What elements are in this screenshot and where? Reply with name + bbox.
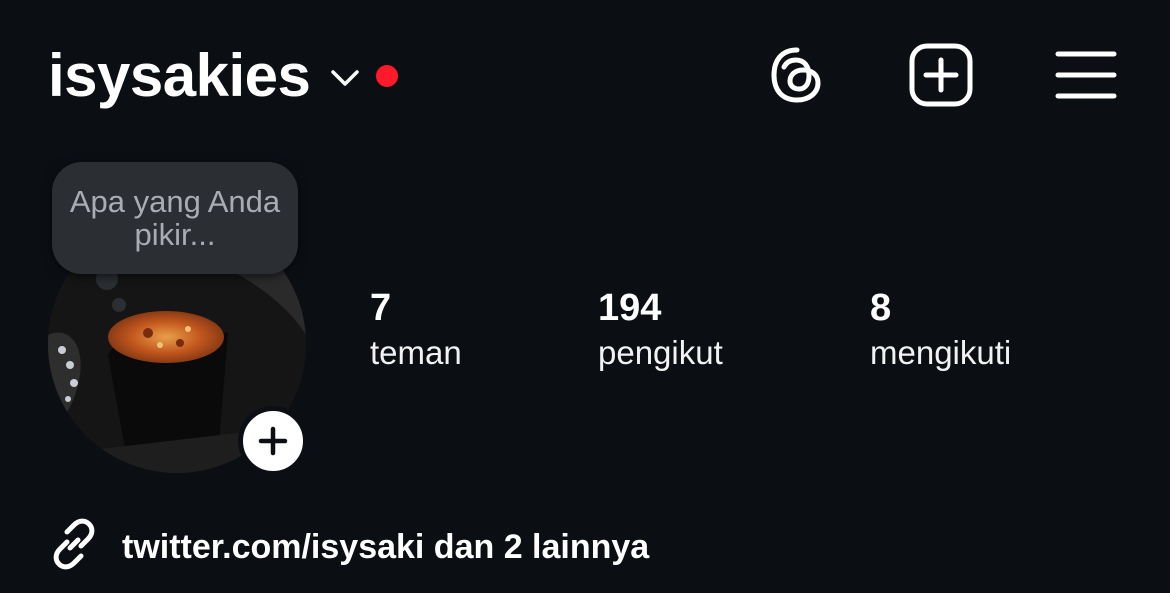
link-icon xyxy=(48,518,100,575)
note-bubble[interactable]: Apa yang Anda pikir... xyxy=(52,162,298,274)
notification-dot xyxy=(376,65,399,87)
stat-following-label: mengikuti xyxy=(870,334,1012,371)
account-switcher[interactable]: isysakies xyxy=(48,40,399,112)
profile-header: isysakies xyxy=(0,0,1170,150)
stat-friends-label: teman xyxy=(370,334,462,371)
username[interactable]: isysakies xyxy=(48,40,311,112)
chevron-down-icon[interactable] xyxy=(328,61,362,95)
bio-link[interactable]: twitter.com/isysaki dan 2 lainnya xyxy=(48,518,649,575)
link-text[interactable]: twitter.com/isysaki dan 2 lainnya xyxy=(122,522,649,572)
stat-friends[interactable]: 7 teman xyxy=(370,285,462,375)
stat-following-count: 8 xyxy=(870,287,892,329)
note-bubble-tail-small xyxy=(112,298,126,312)
stat-followers[interactable]: 194 pengikut xyxy=(598,285,723,375)
note-placeholder: Apa yang Anda pikir... xyxy=(69,184,281,252)
plus-icon xyxy=(258,426,288,456)
stat-followers-count: 194 xyxy=(598,287,662,329)
add-story-button[interactable] xyxy=(238,406,308,476)
stat-followers-label: pengikut xyxy=(598,334,723,371)
stat-friends-count: 7 xyxy=(370,287,392,329)
stat-following[interactable]: 8 mengikuti xyxy=(870,285,1011,375)
threads-icon[interactable] xyxy=(764,42,830,108)
add-square-icon[interactable] xyxy=(908,42,974,108)
hamburger-menu-icon[interactable] xyxy=(1054,42,1118,108)
